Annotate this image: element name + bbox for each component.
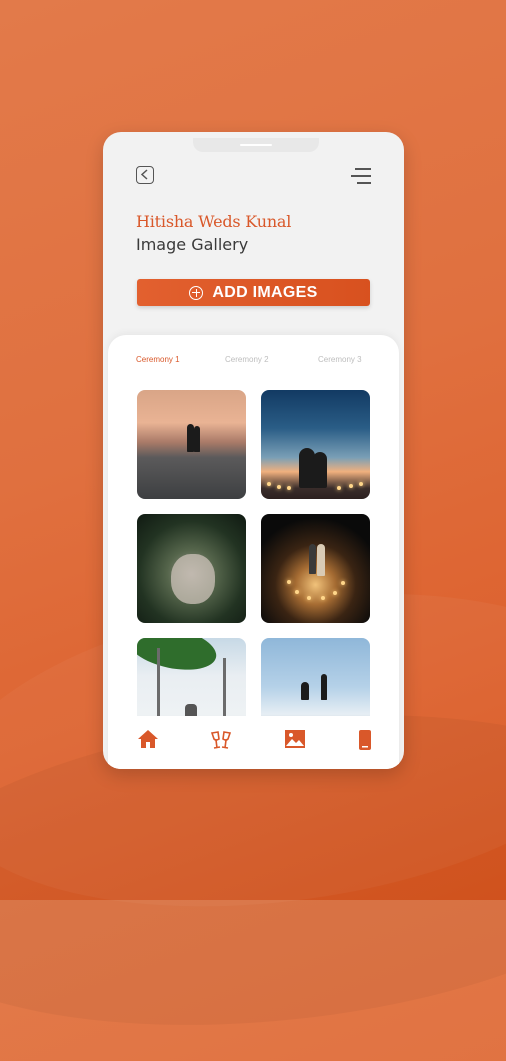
candle (349, 484, 353, 488)
candle (307, 596, 311, 600)
candle (321, 596, 325, 600)
silhouette (187, 424, 194, 452)
ceremony-tabs: Ceremony 1 Ceremony 2 Ceremony 3 (108, 355, 399, 369)
gallery-image[interactable] (137, 390, 246, 499)
tab-ceremony-1[interactable]: Ceremony 1 (136, 355, 180, 364)
bottom-nav (108, 729, 399, 753)
hamburger-menu-icon[interactable] (351, 166, 371, 186)
gallery-image[interactable] (261, 390, 370, 499)
gallery-card: Ceremony 1 Ceremony 2 Ceremony 3 (108, 335, 399, 769)
page-title: Image Gallery (136, 235, 249, 254)
event-title: Hitisha Weds Kunal (136, 212, 292, 231)
silhouette (194, 426, 200, 452)
candle (287, 580, 291, 584)
phone-frame: Hitisha Weds Kunal Image Gallery ADD IMA… (103, 132, 404, 769)
silhouette (301, 682, 309, 700)
notch-bar (240, 144, 272, 146)
phone-notch (193, 138, 319, 152)
candle (337, 486, 341, 490)
home-icon[interactable] (137, 729, 159, 751)
tab-ceremony-2[interactable]: Ceremony 2 (225, 355, 269, 364)
plus-circle-icon (189, 285, 204, 300)
gallery-image[interactable] (261, 514, 370, 623)
candle (277, 485, 281, 489)
candle (333, 591, 337, 595)
silhouette (321, 674, 327, 700)
candle (359, 482, 363, 486)
mobile-phone-icon[interactable] (358, 729, 380, 751)
candle (267, 482, 271, 486)
silhouette (317, 544, 325, 576)
gallery-image[interactable] (137, 514, 246, 623)
hands (171, 554, 215, 604)
candle (287, 486, 291, 490)
palm-leaves (137, 638, 221, 677)
back-arrow-icon[interactable] (136, 166, 154, 184)
candle (295, 590, 299, 594)
silhouette (309, 544, 316, 574)
silhouette (313, 452, 327, 488)
image-gallery-icon[interactable] (284, 729, 306, 751)
candle (341, 581, 345, 585)
add-images-button[interactable]: ADD IMAGES (137, 279, 370, 306)
menu-line (351, 175, 371, 177)
tab-ceremony-3[interactable]: Ceremony 3 (318, 355, 362, 364)
add-images-label: ADD IMAGES (212, 283, 318, 301)
menu-line (357, 182, 371, 184)
menu-line (355, 168, 371, 170)
cheers-glasses-icon[interactable] (210, 729, 232, 751)
